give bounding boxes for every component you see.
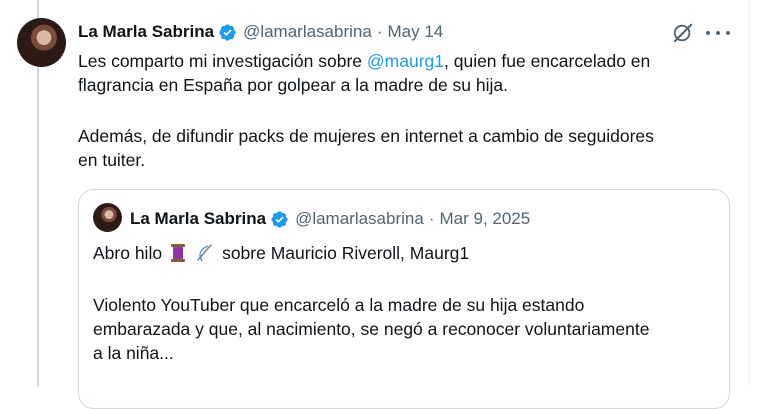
verified-badge-icon — [271, 210, 288, 228]
quoted-text-line1: Abro hilo sobre Mauricio Riveroll, Maurg… — [93, 241, 723, 265]
quoted-author-name: La Marla Sabrina — [130, 209, 267, 228]
sewing-needle-emoji — [197, 244, 212, 262]
tweet-text: Les comparto mi investigación sobre @mau… — [78, 49, 728, 97]
grok-icon[interactable] — [672, 22, 694, 44]
tweet-date[interactable]: May 14 — [388, 22, 444, 42]
mention-link[interactable]: @maurg1 — [367, 51, 444, 71]
separator-dot: · — [428, 209, 435, 228]
author-handle[interactable]: @lamarlasabrina — [243, 22, 372, 42]
separator-dot: · — [376, 22, 383, 41]
verified-badge-icon — [219, 23, 236, 41]
quoted-tweet-header: La Marla Sabrina @lamarlasabrina · Mar 9… — [130, 207, 530, 231]
quoted-text-start: Abro hilo — [93, 243, 163, 263]
thread-spool-emoji — [171, 244, 186, 262]
quoted-author-handle: @lamarlasabrina — [295, 209, 424, 228]
author-name[interactable]: La Marla Sabrina — [78, 22, 214, 42]
quoted-author-avatar — [93, 203, 122, 232]
quoted-paragraph-2: Violento YouTuber que encarceló a la mad… — [93, 295, 650, 363]
quoted-tweet-date: Mar 9, 2025 — [439, 209, 531, 228]
author-avatar[interactable] — [17, 18, 66, 67]
tweet-paragraph-2: Además, de difundir packs de mujeres en … — [78, 126, 654, 170]
quoted-text-end: sobre Mauricio Riveroll, Maurg1 — [222, 243, 470, 263]
column-divider — [748, 0, 749, 386]
tweet-header: La Marla Sabrina @lamarlasabrina · May 1… — [78, 20, 443, 44]
tweet-text-part1: Les comparto mi investigación sobre — [78, 51, 367, 71]
more-options-icon[interactable] — [706, 22, 730, 44]
